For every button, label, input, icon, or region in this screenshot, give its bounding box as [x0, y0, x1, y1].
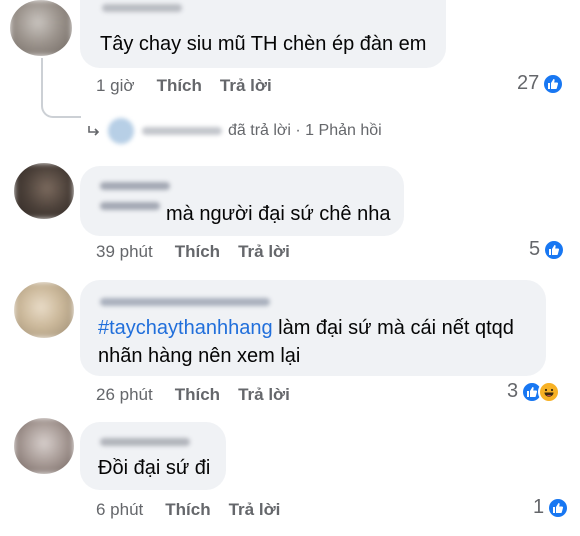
reaction-summary[interactable]: 3 [507, 380, 561, 403]
thread-connector-line [41, 58, 81, 118]
comment-time[interactable]: 26 phút [96, 385, 153, 405]
like-thumb-icon [542, 72, 565, 95]
comment-text: Tây chay siu mũ TH chèn ép đàn em [100, 33, 427, 55]
comment-bubble: #taychaythanhhang làm đại sứ mà cái nết … [80, 280, 546, 376]
reaction-count: 27 [517, 72, 540, 94]
commenter-name-blurred[interactable] [100, 182, 170, 190]
comment-text-line1: làm đại sứ mà cái nết qtqd [272, 317, 514, 339]
reaction-summary[interactable]: 5 [529, 238, 566, 261]
comment-actions: 39 phút Thích Trả lời [96, 242, 290, 262]
comment-text-line2: nhãn hàng nên xem lại [98, 345, 301, 367]
comment-actions: 1 giờ Thích Trả lời [96, 76, 272, 96]
reaction-count: 1 [533, 496, 545, 518]
reaction-summary[interactable]: 1 [533, 496, 570, 519]
reply-link[interactable]: Trả lời [238, 385, 290, 405]
comment-bubble: Tây chay siu mũ TH chèn ép đàn em [80, 0, 446, 68]
comment-bubble: Đồi đại sứ đi [80, 422, 226, 490]
avatar[interactable] [14, 163, 74, 219]
commenter-name-blurred[interactable] [100, 298, 270, 306]
replier-name-blurred [142, 127, 222, 135]
reply-link[interactable]: Trả lời [238, 242, 290, 262]
commenter-name-blurred[interactable] [100, 438, 190, 446]
reply-link[interactable]: Trả lời [220, 76, 272, 96]
like-link[interactable]: Thích [157, 76, 202, 96]
comment-actions: 26 phút Thích Trả lời [96, 385, 290, 405]
reply-avatar [108, 118, 134, 144]
like-thumb-icon [543, 238, 566, 261]
comment-text: mà người đại sứ chê nha [166, 203, 391, 225]
comment-actions: 6 phút Thích Trả lời [96, 500, 280, 520]
avatar[interactable] [14, 418, 74, 474]
commenter-name-blurred [100, 202, 160, 210]
like-link[interactable]: Thích [175, 242, 220, 262]
comment-time[interactable]: 6 phút [96, 500, 143, 520]
reaction-count: 3 [507, 380, 519, 402]
reply-summary-text: đã trả lời · 1 Phản hồi [228, 122, 382, 139]
haha-face-icon [538, 380, 561, 403]
reply-arrow-icon [88, 126, 100, 136]
like-thumb-icon [547, 496, 570, 519]
comment-bubble: mà người đại sứ chê nha [80, 166, 404, 236]
like-link[interactable]: Thích [175, 385, 220, 405]
like-link[interactable]: Thích [165, 500, 210, 520]
reply-link[interactable]: Trả lời [229, 500, 281, 520]
avatar[interactable] [10, 0, 72, 56]
reaction-summary[interactable]: 27 [517, 72, 565, 95]
commenter-name-blurred[interactable] [102, 4, 182, 12]
reaction-count: 5 [529, 238, 541, 260]
comment-time[interactable]: 39 phút [96, 242, 153, 262]
comment-time[interactable]: 1 giờ [96, 76, 135, 96]
comment-text: Đồi đại sứ đi [98, 457, 211, 479]
avatar[interactable] [14, 282, 74, 338]
hashtag-link[interactable]: #taychaythanhhang [98, 317, 273, 339]
reply-summary[interactable]: đã trả lời · 1 Phản hồi [86, 118, 382, 144]
comment-text: #taychaythanhhang làm đại sứ mà cái nết … [98, 314, 514, 342]
